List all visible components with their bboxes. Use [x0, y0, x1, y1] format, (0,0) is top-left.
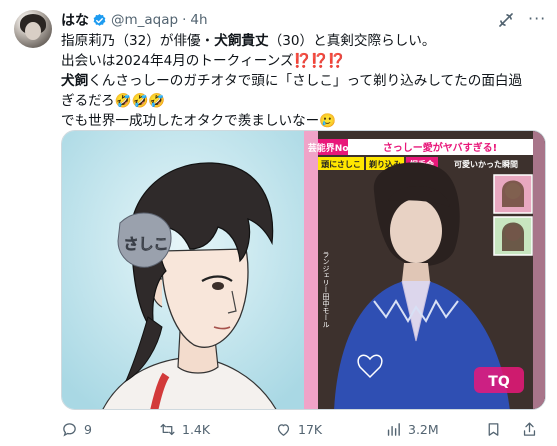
tweet-actions: 9 1.4K 17K 3.2M [61, 418, 546, 440]
illustration-drawing: さしこ [62, 131, 304, 409]
tweet-body: 指原莉乃（32）が俳優・犬飼貴丈（30）と真剣交際らしい。 出会いは2024年4… [61, 31, 546, 131]
share-icon [523, 421, 536, 436]
tweet-line: 指原莉乃（32）が俳優・犬飼貴丈（30）と真剣交際らしい。 [61, 31, 546, 51]
heart-icon [277, 423, 290, 436]
retweet-icon [160, 423, 175, 435]
bold-span: 犬飼貴丈 [214, 33, 269, 49]
text-span: ぎるだろ🤣🤣🤣 [61, 93, 166, 109]
grok-icon[interactable] [497, 11, 515, 29]
like-count: 17K [298, 421, 323, 437]
retweet-count: 1.4K [182, 421, 211, 437]
reply-icon [63, 422, 76, 437]
tweet-line: 出会いは2024年4月のトークィーンズ⁉️⁉️⁉️ [61, 51, 546, 71]
tag-1: 頭にさしこ [321, 160, 361, 169]
bold-span: 犬飼 [61, 73, 89, 89]
tweet-line: でも世界一成功したオタクで羨ましいなー🥲 [61, 111, 546, 131]
like-button[interactable]: 17K [275, 418, 322, 440]
retweet-button[interactable]: 1.4K [159, 418, 210, 440]
analytics-icon [387, 422, 400, 436]
reply-button[interactable]: 9 [61, 418, 92, 440]
bookmark-icon [488, 422, 499, 436]
tv-screenshot[interactable]: 芸能界No.1 さっしー愛がヤバすぎる! 頭にさしこ 剃り込み 握手会 可愛いか… [304, 131, 545, 409]
tv-scene: 芸能界No.1 さっしー愛がヤバすぎる! 頭にさしこ 剃り込み 握手会 可愛いか… [304, 131, 545, 409]
text-span: くんさっしーのガチオタで頭に「さしこ」って剃り込みしてたの面白過 [88, 73, 523, 89]
tweet-media[interactable]: さしこ 芸能界No.1 さっしー愛がヤバすぎる! 頭にさしこ 剃り込み 握手会 … [61, 130, 546, 410]
show-logo: TQ [488, 374, 510, 390]
interrobang-emoji: ⁉️⁉️⁉️ [293, 53, 345, 69]
bookmark-button[interactable] [485, 418, 508, 440]
view-count: 3.2M [408, 421, 439, 437]
text-span: 出会いは2024年4月のトークィーンズ [61, 53, 294, 69]
author-handle[interactable]: @m_aqap [111, 12, 178, 28]
avatar-face [25, 22, 41, 40]
tweet-line: 犬飼くんさっしーのガチオタで頭に「さしこ」って剃り込みしてたの面白過 [61, 71, 546, 91]
text-span: でも世界一成功したオタクで羨ましいなー🥲 [61, 113, 337, 129]
tag-4: 可愛いかった瞬間 [454, 159, 518, 169]
tweet-line: ぎるだろ🤣🤣🤣 [61, 91, 546, 111]
shaved-text: さしこ [123, 235, 168, 253]
anime-illustration[interactable]: さしこ [62, 131, 304, 409]
timestamp[interactable]: 4h [190, 12, 207, 28]
side-caption: ランジェリー田中モール [322, 251, 330, 328]
share-button[interactable] [521, 418, 544, 440]
author-name[interactable]: はな [61, 10, 89, 30]
reply-count: 9 [84, 421, 92, 437]
verified-badge-icon [93, 13, 106, 26]
text-span: （30）と真剣交際らしい。 [268, 33, 436, 49]
views-button[interactable]: 3.2M [385, 418, 439, 440]
banner-title: さっしー愛がヤバすぎる! [383, 141, 497, 154]
tweet-header: はな @m_aqap · 4h [61, 10, 208, 30]
avatar[interactable] [14, 10, 52, 48]
text-span: 指原莉乃（32）が俳優・ [61, 33, 215, 49]
separator-dot: · [182, 12, 187, 28]
more-options-icon[interactable]: ··· [528, 11, 546, 27]
